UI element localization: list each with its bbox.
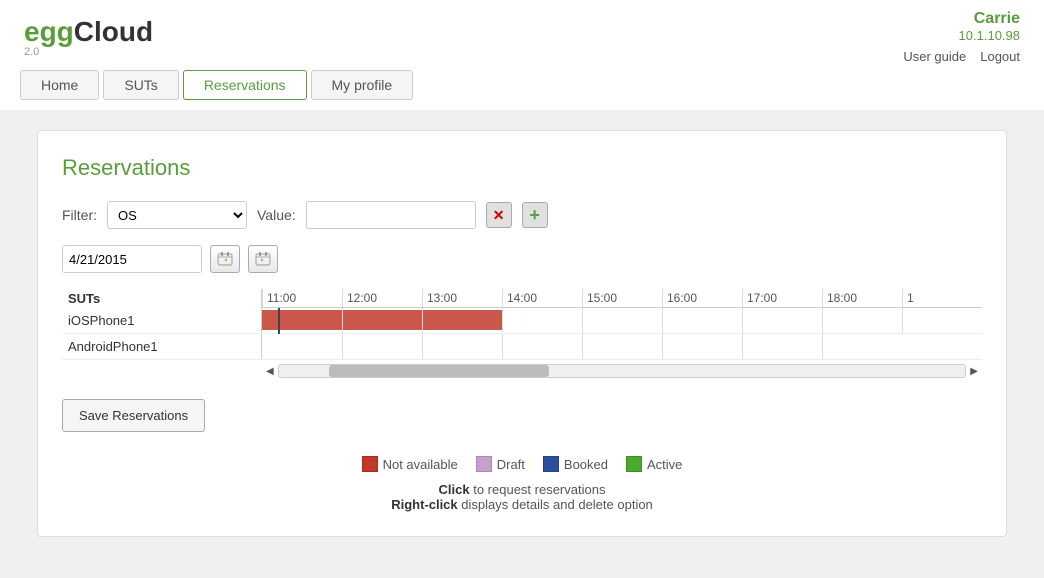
nav-suts[interactable]: SUTs <box>103 70 178 100</box>
hour-15: 15:00 <box>582 289 662 307</box>
grid-line-6 <box>742 308 743 333</box>
legend-draft-label: Draft <box>497 457 525 472</box>
hour-18: 18:00 <box>822 289 902 307</box>
filter-label: Filter: <box>62 207 97 223</box>
legend-active-color <box>626 456 642 472</box>
legend-booked: Booked <box>543 456 608 472</box>
calendar-right-icon <box>255 251 271 267</box>
legend-active-label: Active <box>647 457 682 472</box>
scrollbar-thumb[interactable] <box>329 365 549 377</box>
sut-ios-label: iOSPhone1 <box>62 308 262 333</box>
legend-booked-label: Booked <box>564 457 608 472</box>
click-info-line2: displays details and delete option <box>458 497 653 512</box>
android-timeline-cells[interactable] <box>262 334 982 359</box>
logo-part2: Cloud <box>74 16 153 47</box>
ios-timeline-cells[interactable] <box>262 308 982 333</box>
legend-not-available-label: Not available <box>383 457 458 472</box>
filter-select[interactable]: OS Name Type Status <box>107 201 247 229</box>
sut-column-header: SUTs <box>62 289 262 308</box>
logout-link[interactable]: Logout <box>980 49 1020 64</box>
grid-line-1 <box>342 308 343 333</box>
legend-not-available: Not available <box>362 456 458 472</box>
grid-line-8 <box>902 308 903 333</box>
add-filter-button[interactable]: + <box>522 202 548 228</box>
next-date-button[interactable] <box>248 245 278 273</box>
hour-17: 17:00 <box>742 289 822 307</box>
grid-line-3 <box>502 308 503 333</box>
grid-line-2 <box>422 308 423 333</box>
scrollbar-track[interactable] <box>278 364 967 378</box>
table-row: AndroidPhone1 <box>62 334 982 360</box>
right-click-word: Right-click <box>391 497 457 512</box>
username: Carrie <box>974 10 1020 28</box>
legend-draft-color <box>476 456 492 472</box>
legend-draft: Draft <box>476 456 525 472</box>
legend-booked-color <box>543 456 559 472</box>
click-info-line1: to request reservations <box>470 482 606 497</box>
app-logo: eggCloud <box>24 16 153 48</box>
hour-11: 11:00 <box>262 289 342 307</box>
timeline-scrollbar[interactable]: ◀ ▶ <box>62 364 982 379</box>
hour-12: 12:00 <box>342 289 422 307</box>
nav-reservations[interactable]: Reservations <box>183 70 307 100</box>
legend-active: Active <box>626 456 682 472</box>
cursor-line <box>278 308 280 334</box>
click-word: Click <box>439 482 470 497</box>
page-title: Reservations <box>62 155 982 181</box>
scroll-right-arrow[interactable]: ▶ <box>966 364 982 379</box>
click-info: Click to request reservations Right-clic… <box>62 482 982 512</box>
value-label: Value: <box>257 207 296 223</box>
calendar-left-icon <box>217 251 233 267</box>
clear-filter-button[interactable]: ✕ <box>486 202 512 228</box>
hour-next: 1 <box>902 289 982 307</box>
user-ip: 10.1.10.98 <box>959 28 1020 43</box>
grid-line-5 <box>662 308 663 333</box>
hour-14: 14:00 <box>502 289 582 307</box>
value-input[interactable] <box>306 201 476 229</box>
grid-line-7 <box>822 308 823 333</box>
table-row: iOSPhone1 <box>62 308 982 334</box>
legend: Not available Draft Booked Active <box>62 446 982 472</box>
logo-part1: egg <box>24 16 74 47</box>
grid-line-4 <box>582 308 583 333</box>
sut-android-label: AndroidPhone1 <box>62 334 262 359</box>
date-input[interactable] <box>62 245 202 273</box>
nav-myprofile[interactable]: My profile <box>311 70 414 100</box>
legend-not-available-color <box>362 456 378 472</box>
scroll-left-arrow[interactable]: ◀ <box>262 364 278 379</box>
hour-13: 13:00 <box>422 289 502 307</box>
reservation-block-ios[interactable] <box>262 310 502 330</box>
hour-16: 16:00 <box>662 289 742 307</box>
user-guide-link[interactable]: User guide <box>903 49 966 64</box>
nav-home[interactable]: Home <box>20 70 99 100</box>
save-reservations-button[interactable]: Save Reservations <box>62 399 205 432</box>
app-version: 2.0 <box>24 46 153 58</box>
prev-date-button[interactable] <box>210 245 240 273</box>
